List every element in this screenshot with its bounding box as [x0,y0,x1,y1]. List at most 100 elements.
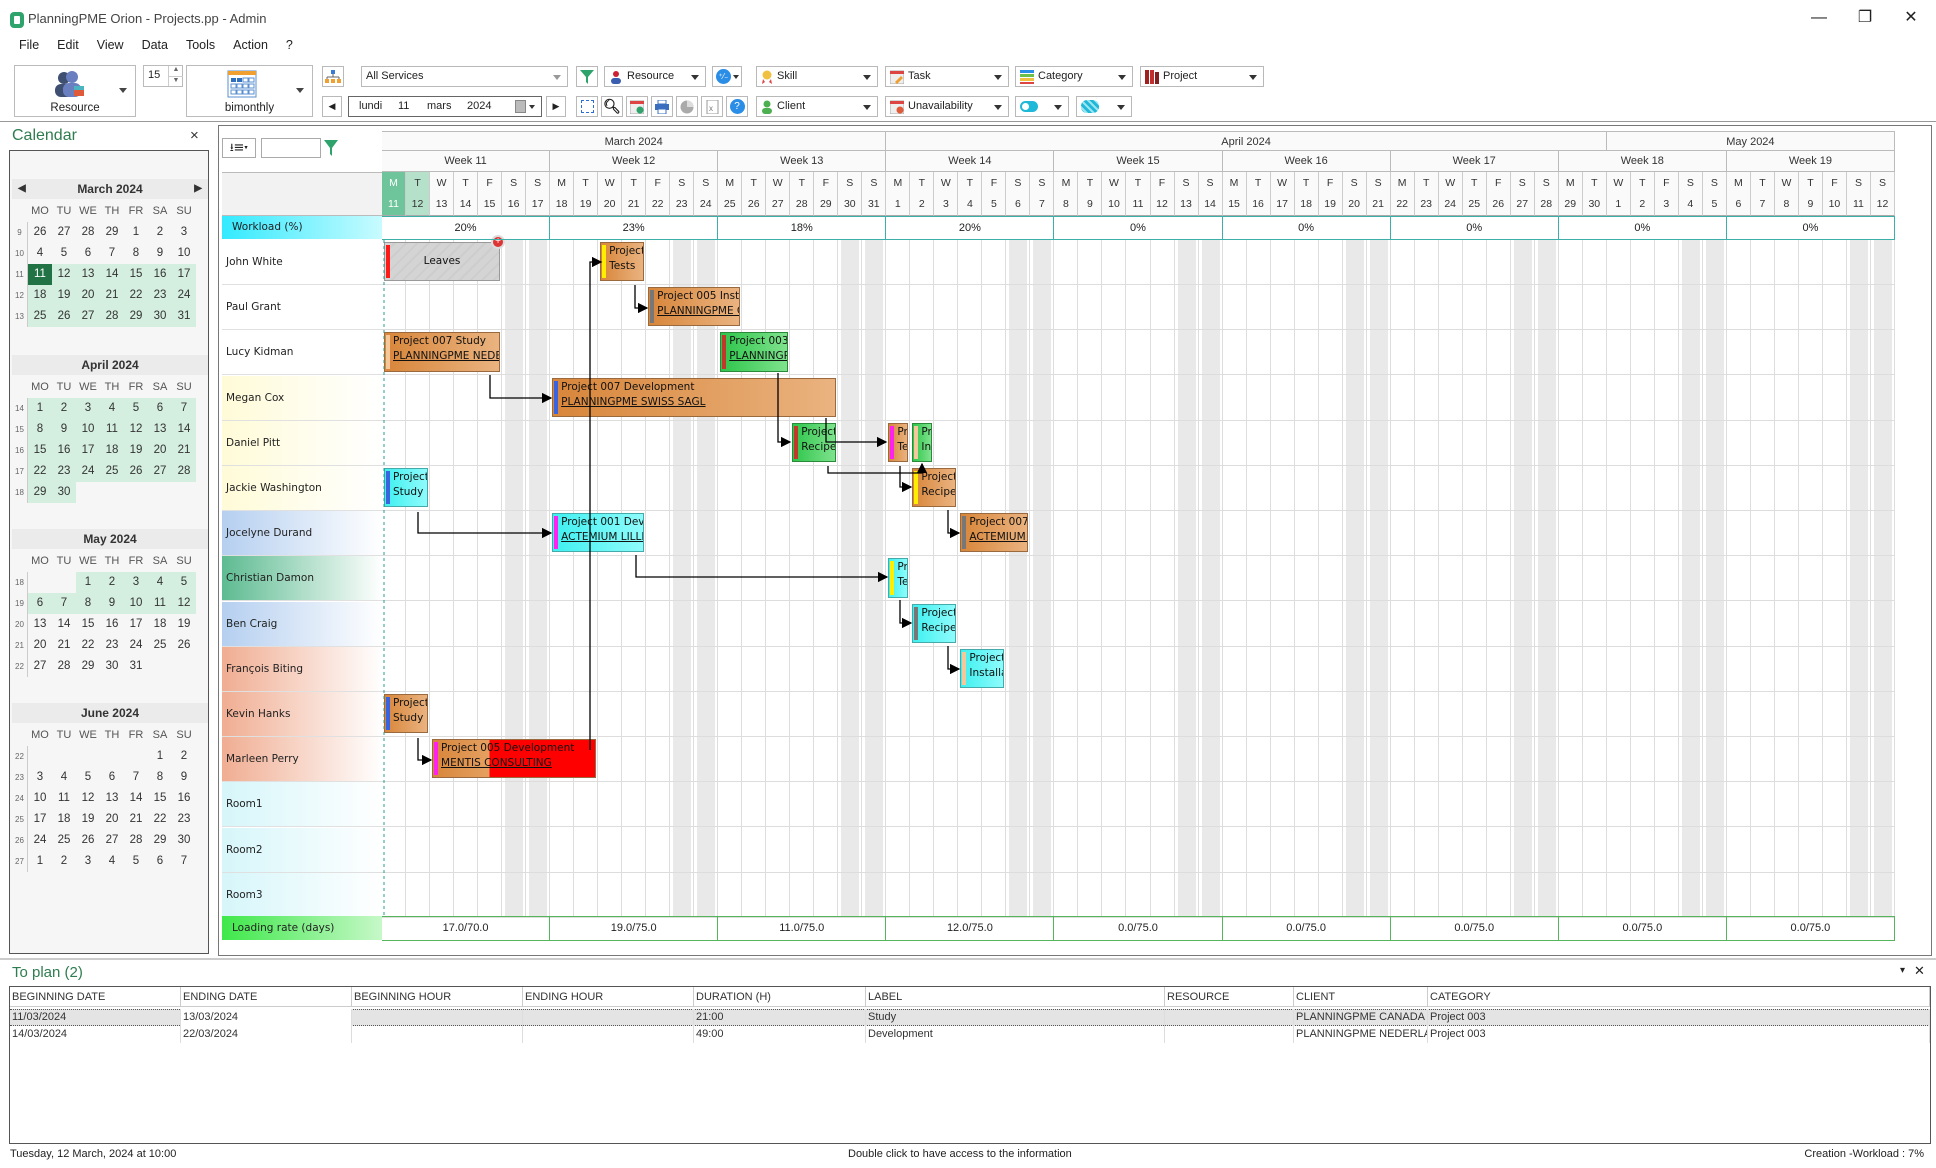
menu-edit[interactable]: Edit [48,36,88,58]
task-bar[interactable]: Pro Ins [912,422,933,462]
calendar-day[interactable]: 2 [172,746,196,767]
day-header[interactable]: F3 [1654,172,1679,216]
calendar-day[interactable]: 6 [28,593,52,614]
day-header[interactable]: W 27 [766,172,791,216]
splitter[interactable] [0,958,1936,960]
task-bar[interactable]: Pro Te [888,422,909,462]
to-plan-cell[interactable] [523,1026,694,1043]
search-button[interactable]: 🔍︎ [601,96,623,117]
to-plan-cell[interactable]: 11/03/2024 [10,1009,181,1026]
resource-row[interactable] [382,873,1895,918]
task-bar[interactable]: Project Recipe [912,468,957,508]
day-header[interactable]: W3 [934,172,959,216]
calendar-day[interactable]: 18 [148,614,172,635]
task-bar[interactable]: Project 005 Insta PLANNINGPME CA [648,287,741,327]
restore-button[interactable]: ❐ [1842,4,1888,32]
calendar-day[interactable]: 17 [76,440,100,461]
calendar-day[interactable]: 3 [172,222,196,243]
next-date-button[interactable]: ▶ [546,96,566,117]
task-bar[interactable]: Project Installa [960,648,1005,688]
calendar-day[interactable]: 9 [148,243,172,264]
percent-toggle-button[interactable]: ⁺⁄₋ [712,66,742,87]
calendar-day[interactable]: 24 [76,461,100,482]
day-header[interactable]: T 18 [1294,172,1319,216]
calendar-day[interactable]: 21 [124,809,148,830]
calendar-day[interactable]: 1 [28,398,52,419]
calendar-day[interactable]: 29 [76,656,100,677]
calendar-day[interactable]: 2 [52,398,76,419]
calendar-day[interactable]: 21 [52,635,76,656]
day-header[interactable]: M 15 [1222,172,1247,216]
task-bar[interactable]: Project (Recipe [792,422,837,462]
calendar-day[interactable]: 18 [52,809,76,830]
resource-row-label[interactable]: Ben Craig [222,601,382,647]
calendar-day[interactable]: 13 [76,264,100,285]
calendar-day[interactable]: 13 [148,419,172,440]
calendar-day[interactable]: 27 [28,656,52,677]
to-plan-cell[interactable] [523,1009,694,1026]
day-header[interactable]: S 24 [694,172,719,216]
calendar-day[interactable]: 23 [52,461,76,482]
calendar-day[interactable]: 7 [100,243,124,264]
to-plan-cell[interactable]: PLANNINGPME CANADA [1294,1009,1428,1026]
calendar-day[interactable]: 23 [100,635,124,656]
calendar-day[interactable]: 12 [124,419,148,440]
menu-file[interactable]: File [10,36,48,58]
day-header[interactable]: T2 [910,172,935,216]
day-header[interactable]: S6 [1006,172,1031,216]
calendar-day[interactable]: 7 [172,851,196,872]
calendar-day[interactable]: 16 [100,614,124,635]
menu-view[interactable]: View [88,36,133,58]
calendar-day[interactable]: 16 [172,788,196,809]
resource-row[interactable] [382,330,1895,376]
calendar-day[interactable]: 5 [52,243,76,264]
resource-row[interactable] [382,737,1895,783]
day-header[interactable]: S 20 [1342,172,1367,216]
calendar-day[interactable]: 4 [100,851,124,872]
calendar-day[interactable]: 10 [124,593,148,614]
to-plan-close-button[interactable]: ✕ [1914,963,1925,979]
column-header[interactable]: BEGINNING DATE [10,987,181,1007]
to-plan-cell[interactable]: 14/03/2024 [10,1026,181,1043]
task-bar[interactable]: Project Tests [600,242,645,282]
day-header[interactable]: T7 [1750,172,1775,216]
day-header[interactable]: T 12 [406,172,431,216]
day-header[interactable]: T9 [1798,172,1823,216]
day-header[interactable]: F 29 [814,172,839,216]
calendar-day[interactable]: 22 [76,635,100,656]
display-mode-button[interactable]: bimonthly [186,65,313,117]
day-header[interactable]: W 24 [1438,172,1463,216]
task-bar[interactable]: Project 007 Development PLANNINGPME SWISS… [552,377,837,417]
resource-row-label[interactable]: Room2 [222,827,382,873]
calendar-day[interactable]: 4 [100,398,124,419]
calendar-day[interactable]: 24 [124,635,148,656]
resource-row[interactable] [382,782,1895,828]
day-header[interactable]: T 30 [1582,172,1607,216]
services-dropdown[interactable]: All Services [361,66,568,87]
day-header[interactable]: M 11 [382,172,407,216]
to-plan-cell[interactable]: Project 003 [1428,1009,1930,1026]
day-header[interactable]: T4 [958,172,983,216]
day-header[interactable]: W 20 [598,172,623,216]
calendar-day[interactable]: 29 [100,222,124,243]
column-header[interactable]: RESOURCE [1165,987,1294,1007]
calendar-day[interactable]: 22 [28,461,52,482]
calendar-day[interactable]: 31 [172,306,196,327]
calendar-day[interactable]: 27 [100,830,124,851]
calendar-day[interactable]: 7 [52,593,76,614]
resource-row[interactable] [382,828,1895,873]
calendar-day[interactable]: 14 [124,788,148,809]
calendar-day[interactable]: 8 [124,243,148,264]
day-header[interactable]: W 10 [1102,172,1127,216]
calendar-day[interactable]: 1 [124,222,148,243]
calendar-day[interactable]: 21 [172,440,196,461]
calendar-day[interactable]: 19 [76,809,100,830]
day-header[interactable]: S 16 [502,172,527,216]
resource-row-label[interactable]: John White [222,240,382,285]
calendar-day[interactable]: 17 [28,809,52,830]
calendar-day[interactable]: 24 [28,830,52,851]
day-header[interactable]: T 14 [454,172,479,216]
calendar-day[interactable]: 17 [124,614,148,635]
resource-row-label[interactable]: François Biting [222,646,382,692]
calendar-day[interactable]: 11 [28,264,52,285]
